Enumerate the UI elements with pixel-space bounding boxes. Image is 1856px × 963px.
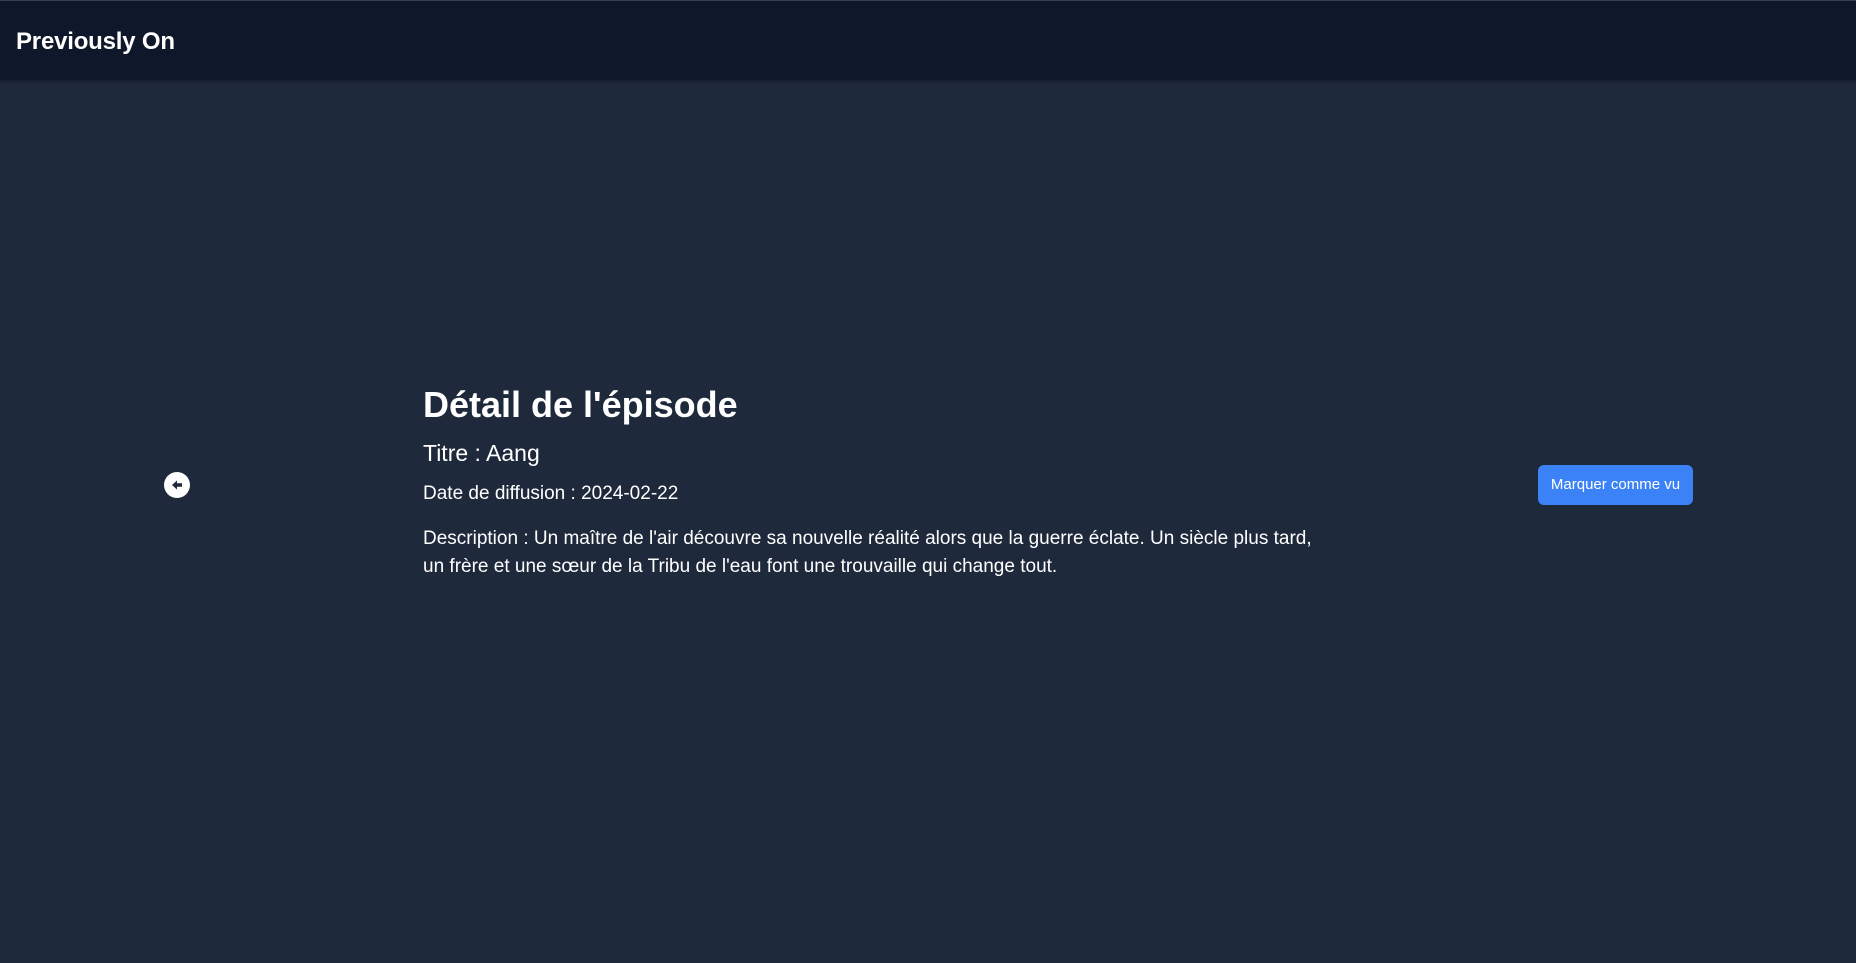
page-title: Détail de l'épisode xyxy=(423,384,738,425)
episode-description: Description : Un maître de l'air découvr… xyxy=(423,528,1312,577)
brand-logo-text[interactable]: Previously On xyxy=(16,27,175,57)
top-navbar: Previously On xyxy=(0,0,1856,80)
arrow-left-icon xyxy=(169,477,185,493)
episode-air-date: Date de diffusion : 2024-02-22 xyxy=(423,483,679,504)
episode-detail: Détail de l'épisode Titre : Aang Date de… xyxy=(423,383,1323,581)
episode-title: Titre : Aang xyxy=(423,440,540,466)
back-button[interactable] xyxy=(164,472,190,498)
mark-watched-button[interactable]: Marquer comme vu xyxy=(1538,465,1693,505)
